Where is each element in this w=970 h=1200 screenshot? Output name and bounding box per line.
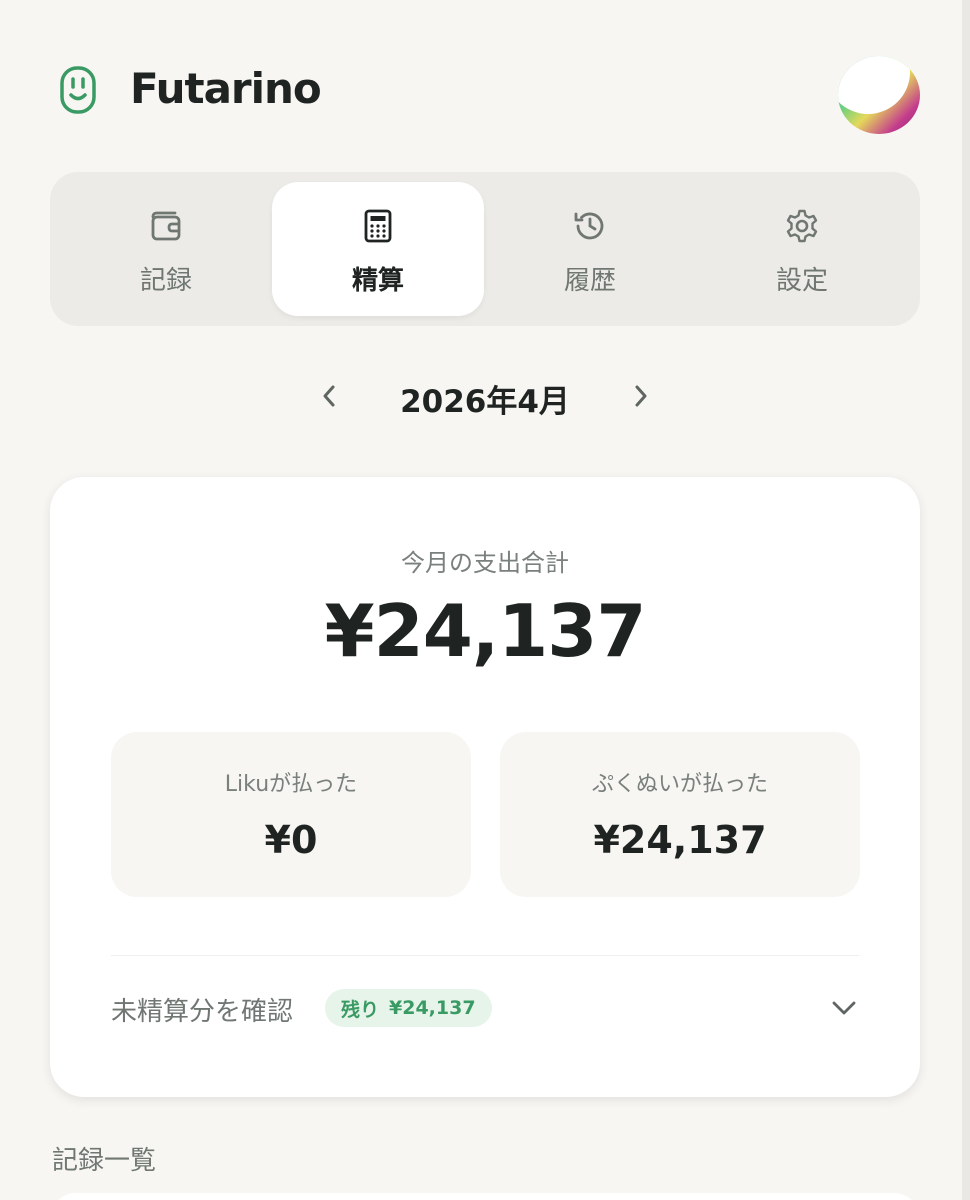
tab-record[interactable]: 記録: [60, 182, 272, 316]
payer-amount: ¥0: [264, 818, 318, 862]
payer-label: ぷくぬいが払った: [591, 772, 768, 797]
remaining-amount: ¥24,137: [389, 997, 476, 1019]
avatar-mask: [838, 56, 910, 114]
gear-icon: [786, 209, 818, 243]
history-icon: [574, 212, 604, 240]
tab-history[interactable]: 履歴: [484, 182, 696, 316]
chevron-down-icon[interactable]: [829, 993, 859, 1023]
settlement-summary-card: 今月の支出合計 ¥24,137 Likuが払った ¥0 ぷくぬいが払った ¥24…: [50, 477, 920, 1097]
app-title: Futarino: [130, 64, 322, 113]
divider: [111, 955, 859, 956]
smile-badge-icon: [60, 66, 96, 114]
month-label: 2026年4月: [400, 384, 570, 420]
tab-settings[interactable]: 設定: [696, 182, 908, 316]
unsettled-label: 未精算分を確認: [111, 997, 294, 1027]
tab-label: 履歴: [563, 266, 616, 296]
tab-label: 精算: [351, 266, 404, 296]
avatar[interactable]: [838, 56, 920, 134]
payer-label: Likuが払った: [224, 772, 358, 797]
tab-label: 記録: [139, 266, 192, 296]
tab-settle[interactable]: 精算: [272, 182, 484, 316]
wallet-icon: [151, 211, 181, 241]
app-header: Futarino: [56, 56, 920, 136]
chevron-right-icon[interactable]: [626, 378, 656, 414]
payer-amount: ¥24,137: [593, 818, 767, 862]
remaining-badge: 残り ¥24,137: [325, 989, 492, 1027]
tab-label: 設定: [775, 266, 828, 296]
calculator-icon: [364, 209, 392, 243]
month-navigation: 2026年4月: [0, 372, 970, 422]
payer-box-liku: Likuが払った ¥0: [111, 732, 471, 897]
window-edge: [962, 0, 970, 1200]
remaining-prefix: 残り: [341, 998, 380, 1021]
records-section-title: 記録一覧: [52, 1146, 157, 1176]
total-value: ¥24,137: [324, 589, 647, 673]
records-list: [50, 1193, 920, 1200]
total-label: 今月の支出合計: [401, 549, 569, 577]
payer-box-pukunui: ぷくぬいが払った ¥24,137: [500, 732, 860, 897]
unsettled-toggle[interactable]: 未精算分を確認 残り ¥24,137: [111, 983, 859, 1033]
tab-bar: 記録 精算 履歴 設定: [50, 172, 920, 326]
